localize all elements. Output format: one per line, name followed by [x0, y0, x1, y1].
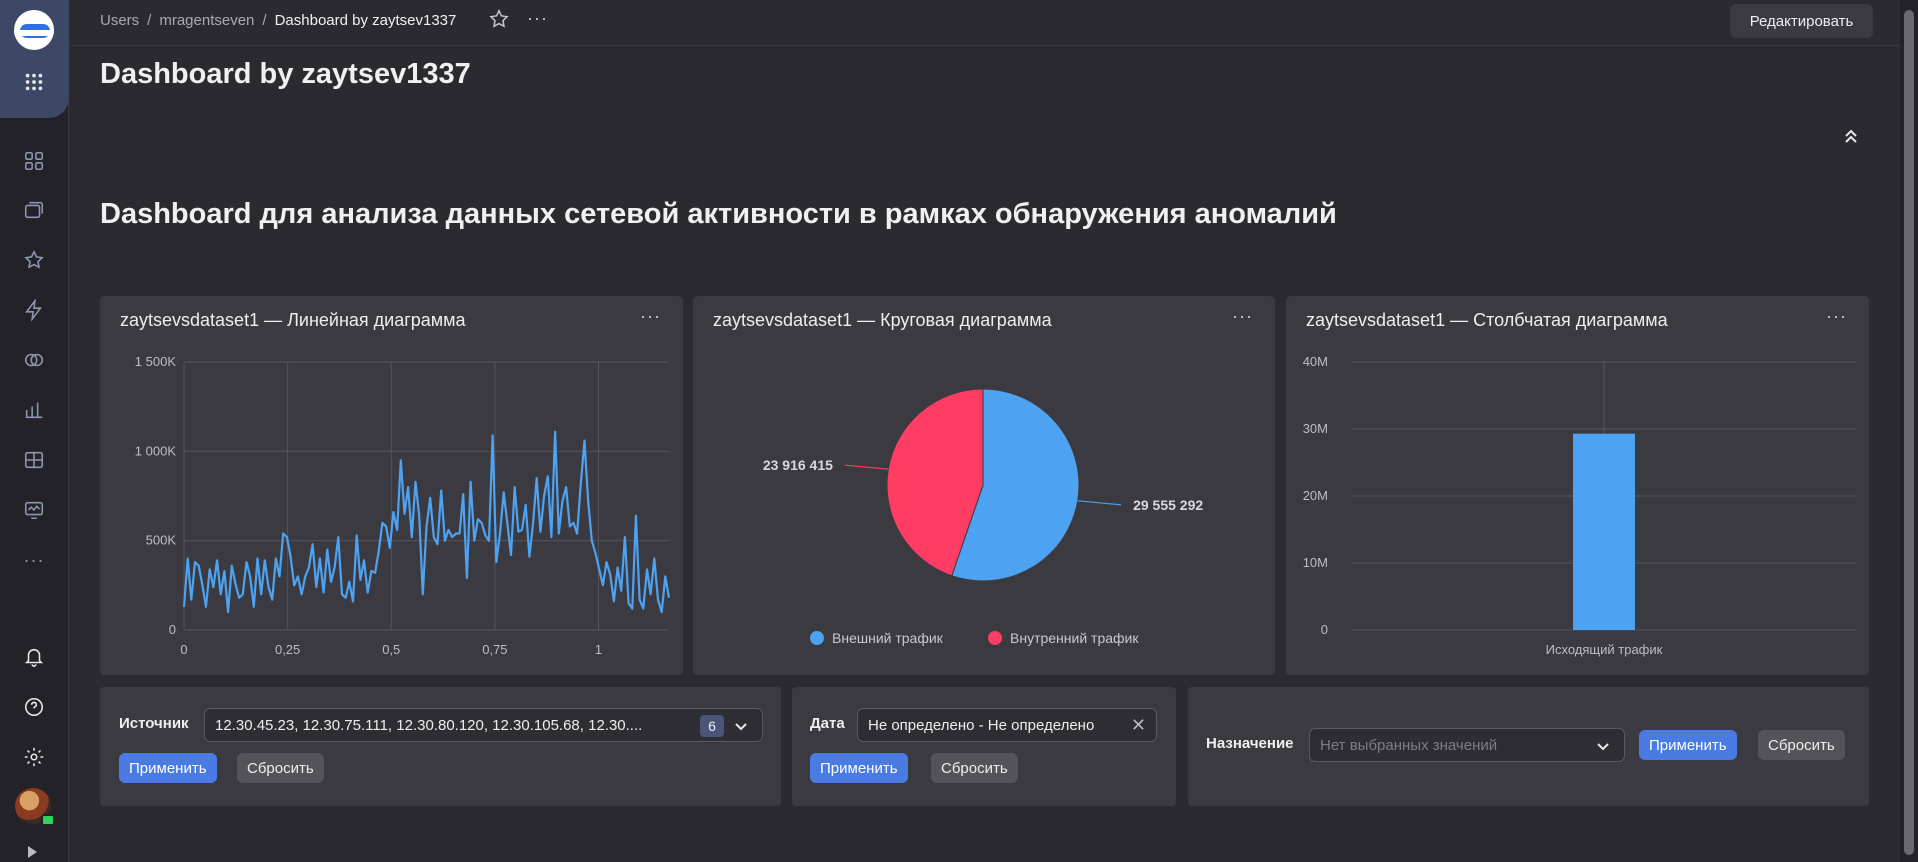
y-tick-label: 0 — [1321, 622, 1328, 637]
line-series — [182, 430, 671, 614]
avatar[interactable] — [15, 788, 55, 826]
y-tick-label: 30M — [1303, 421, 1328, 436]
purpose-selector-widget: Назначение Нет выбранных значений Примен… — [1188, 687, 1869, 806]
pie-leader-line — [844, 464, 889, 470]
date-value: Не определено - Не определено — [868, 716, 1095, 734]
x-tick-label: 1 — [595, 642, 602, 657]
line-chart-widget: zaytsevsdataset1 — Линейная диаграмма ··… — [100, 296, 683, 675]
x-tick-label: 0,25 — [275, 642, 300, 657]
charts-icon[interactable] — [22, 398, 46, 422]
reset-button[interactable]: Сбросить — [931, 753, 1018, 783]
connections-icon[interactable] — [22, 348, 46, 372]
date-label: Дата — [810, 715, 845, 732]
y-tick-label: 1 000K — [135, 443, 177, 458]
pie-data-label: 29 555 292 — [1133, 497, 1203, 513]
breadcrumb: Users / mragentseven / Dashboard by zayt… — [100, 12, 456, 29]
date-range-input[interactable]: Не определено - Не определено ✕ — [857, 708, 1157, 742]
favorites-icon[interactable] — [22, 248, 46, 272]
section-title: Dashboard для анализа данных сетевой акт… — [100, 198, 1337, 230]
collapse-up-icon[interactable] — [1843, 126, 1859, 146]
expand-sidebar-icon[interactable] — [28, 846, 37, 858]
legend-label: Внутренний трафик — [1010, 630, 1139, 646]
scrollbar-thumb[interactable] — [1904, 10, 1914, 855]
legend-dot — [810, 631, 824, 645]
x-tick-label: Исходящий трафик — [1546, 642, 1663, 657]
chevron-down-icon — [1596, 739, 1610, 753]
y-tick-label: 40M — [1303, 354, 1328, 369]
legend-label: Внешний трафик — [832, 630, 943, 646]
dashboards-icon[interactable] — [22, 149, 46, 173]
apply-button[interactable]: Применить — [119, 753, 217, 783]
settings-icon[interactable] — [22, 745, 46, 769]
reset-button[interactable]: Сбросить — [237, 753, 324, 783]
pie-chart-widget: zaytsevsdataset1 — Круговая диаграмма ··… — [693, 296, 1275, 675]
edit-button[interactable]: Редактировать — [1730, 4, 1873, 38]
collections-icon[interactable] — [22, 198, 46, 222]
datalens-logo-icon[interactable] — [14, 10, 54, 50]
pie-chart: 29 555 292 23 916 415 — [763, 388, 1203, 582]
brand-area — [0, 0, 69, 118]
y-tick-label: 500K — [146, 533, 177, 548]
line-chart: 0 500K 1 000K 1 500K 0 0,25 0,5 0,75 1 — [135, 354, 671, 657]
x-tick-label: 0,5 — [382, 642, 400, 657]
datasets-icon[interactable] — [22, 448, 46, 472]
help-icon[interactable] — [22, 695, 46, 719]
breadcrumb-current: Dashboard by zaytsev1337 — [274, 12, 457, 29]
pie-leader-line — [1077, 500, 1122, 506]
y-tick-label: 20M — [1303, 488, 1328, 503]
pie-data-label: 23 916 415 — [763, 457, 833, 473]
reset-button[interactable]: Сбросить — [1758, 730, 1845, 760]
x-tick-label: 0 — [180, 642, 187, 657]
legend-dot — [988, 631, 1002, 645]
purpose-placeholder: Нет выбранных значений — [1320, 736, 1498, 754]
chevron-down-icon — [734, 719, 748, 733]
sidebar: ··· — [0, 0, 69, 862]
breadcrumb-separator: / — [262, 12, 267, 29]
lightning-icon[interactable] — [22, 298, 46, 322]
selected-count-badge: 6 — [700, 715, 724, 737]
y-tick-label: 0 — [169, 622, 176, 637]
bar-chart: 0 10M 20M 30M 40M Исходящий трафик — [1303, 354, 1856, 657]
breadcrumb-separator: / — [147, 12, 152, 29]
scrollbar[interactable] — [1900, 0, 1918, 862]
breadcrumb-users[interactable]: Users — [100, 12, 139, 29]
apply-button[interactable]: Применить — [810, 753, 908, 783]
bar-chart-widget: zaytsevsdataset1 — Столбчатая диаграмма … — [1286, 296, 1869, 675]
page-title: Dashboard by zaytsev1337 — [100, 58, 471, 90]
purpose-label: Назначение — [1206, 735, 1294, 752]
more-icon[interactable]: ··· — [22, 548, 46, 572]
y-tick-label: 1 500K — [135, 354, 177, 369]
notifications-icon[interactable] — [22, 645, 46, 669]
bar — [1573, 433, 1635, 630]
avatar-badge-icon — [41, 814, 55, 826]
purpose-select[interactable]: Нет выбранных значений — [1309, 728, 1625, 762]
monitor-icon[interactable] — [22, 498, 46, 522]
source-selector-widget: Источник 12.30.45.23, 12.30.75.111, 12.3… — [100, 687, 781, 806]
date-selector-widget: Дата Не определено - Не определено ✕ При… — [792, 687, 1176, 806]
header: Users / mragentseven / Dashboard by zayt… — [70, 0, 1900, 46]
apps-icon[interactable] — [22, 70, 46, 94]
apply-button[interactable]: Применить — [1639, 730, 1737, 760]
x-tick-label: 0,75 — [482, 642, 507, 657]
source-label: Источник — [119, 715, 189, 732]
clear-icon[interactable]: ✕ — [1131, 715, 1146, 736]
more-actions-icon[interactable]: ··· — [527, 8, 548, 29]
source-value: 12.30.45.23, 12.30.75.111, 12.30.80.120,… — [215, 716, 643, 734]
legend-item[interactable]: Внешний трафик — [810, 630, 943, 646]
favorite-star-icon[interactable] — [488, 8, 512, 32]
source-select[interactable]: 12.30.45.23, 12.30.75.111, 12.30.80.120,… — [204, 708, 763, 742]
y-tick-label: 10M — [1303, 555, 1328, 570]
breadcrumb-user-folder[interactable]: mragentseven — [159, 12, 254, 29]
legend-item[interactable]: Внутренний трафик — [988, 630, 1139, 646]
